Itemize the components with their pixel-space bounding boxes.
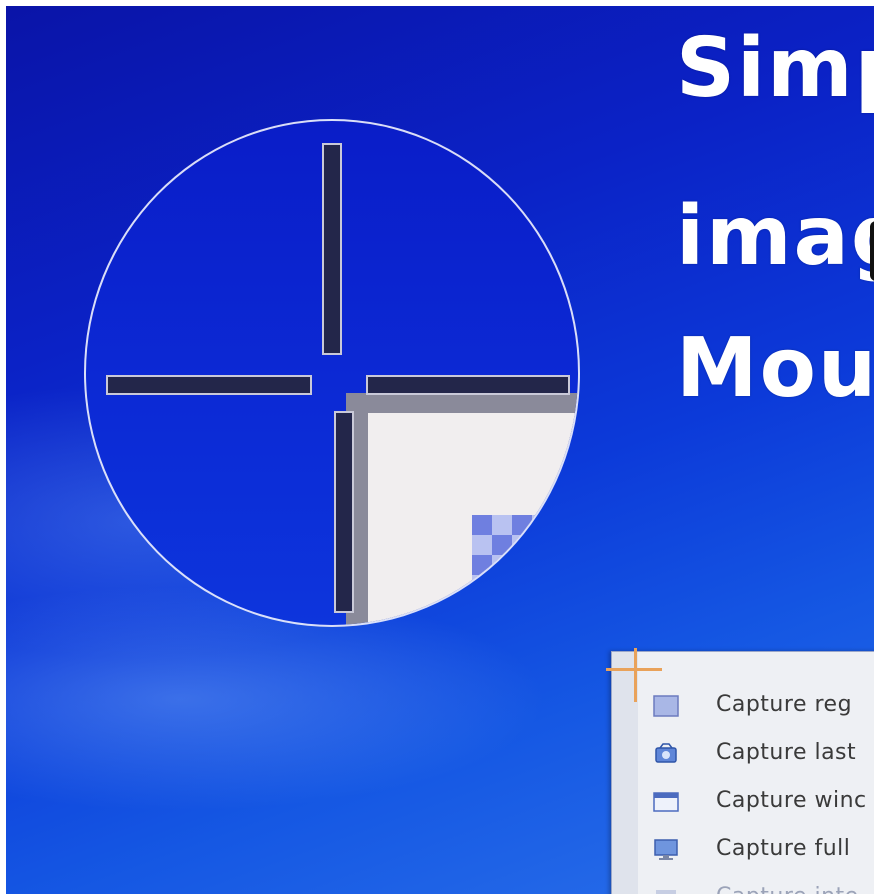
menu-item-capture-interactive[interactable]: Capture inte: [612, 876, 874, 894]
magnified-pixel: [492, 535, 512, 555]
magnified-pixel: [472, 575, 492, 595]
title-occluder: [870, 221, 874, 281]
title-line-3: Mous: [676, 321, 874, 416]
magnified-pixel: [472, 535, 492, 555]
magnified-pixel: [532, 515, 552, 535]
magnified-pixel: [472, 515, 492, 535]
menu-item-capture-full[interactable]: Capture full: [612, 828, 874, 872]
crosshair-right-bar: [366, 375, 570, 395]
region-capture-icon: [652, 694, 680, 718]
title-line-2: imag: [676, 189, 874, 284]
menu-item-label: Capture reg: [716, 692, 853, 717]
repeat-capture-icon: [652, 742, 680, 766]
menu-item-label: Capture winc: [716, 788, 867, 813]
magnified-pixel: [472, 555, 492, 575]
menu-item-capture-window[interactable]: Capture winc: [612, 780, 874, 824]
interactive-capture-icon: [652, 886, 680, 894]
menu-item-label: Capture last: [716, 740, 857, 765]
magnifier-loupe: [84, 119, 580, 627]
magnified-pixel: [492, 515, 512, 535]
title-line-1: Simp: [676, 21, 874, 116]
crosshair-cursor-vertical: [634, 648, 637, 702]
magnified-pixel: [512, 535, 532, 555]
magnified-pixel: [492, 555, 512, 575]
window-capture-icon: [652, 790, 680, 814]
magnified-pixel: [472, 595, 492, 615]
crosshair-bottom-bar: [334, 411, 354, 613]
menu-item-capture-last[interactable]: Capture last: [612, 732, 874, 776]
capture-context-menu: Capture reg Capture last Capture winc Ca…: [611, 651, 874, 894]
desktop-background: Simp imag Mous Capture reg: [6, 6, 874, 894]
magnified-pixel: [512, 515, 532, 535]
menu-item-label: Capture inte: [716, 884, 859, 894]
menu-item-label: Capture full: [716, 836, 851, 861]
menu-item-capture-region[interactable]: Capture reg: [612, 684, 874, 728]
crosshair-left-bar: [106, 375, 312, 395]
fullscreen-capture-icon: [652, 838, 680, 862]
crosshair-top-bar: [322, 143, 342, 355]
